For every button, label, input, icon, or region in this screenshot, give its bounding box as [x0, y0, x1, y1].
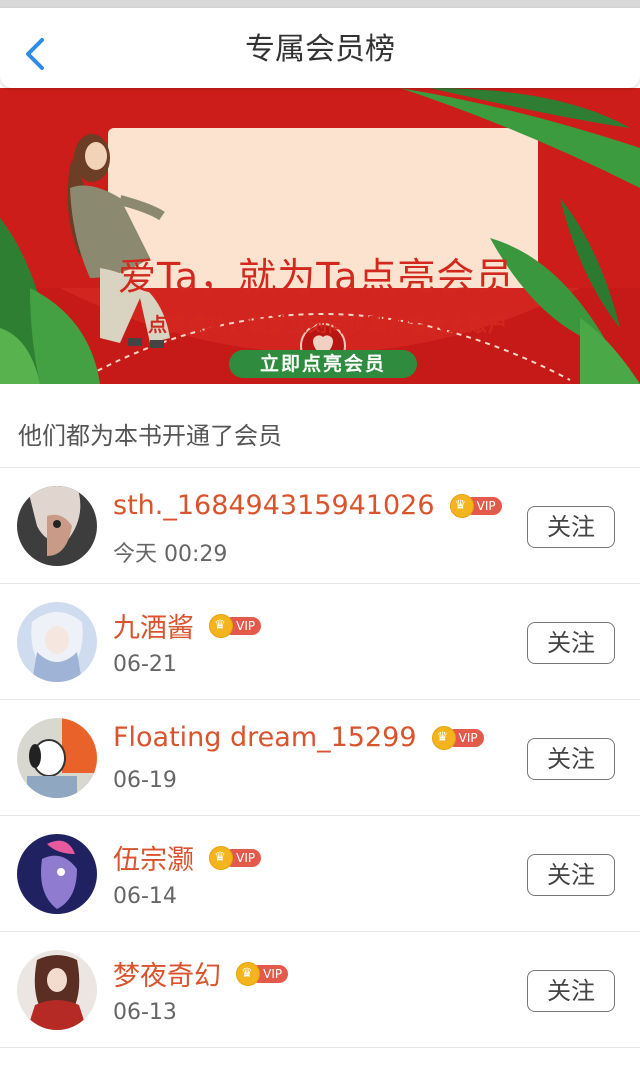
list-item[interactable]: 梦夜奇幻 VIP ♛ 06-13 关注	[0, 932, 640, 1048]
crown-icon: ♛	[209, 845, 234, 870]
section-heading: 他们都为本书开通了会员	[18, 422, 282, 450]
member-name[interactable]: sth._168494315941026	[113, 490, 435, 521]
member-name[interactable]: 九酒酱	[113, 613, 194, 644]
crown-icon: ♛	[209, 613, 234, 638]
vip-badge: VIP ♛	[431, 725, 484, 750]
vip-badge: VIP ♛	[209, 845, 262, 870]
avatar-image	[17, 950, 97, 1030]
page-title: 专属会员榜	[245, 32, 395, 67]
follow-button[interactable]: 关注	[527, 622, 615, 664]
avatar[interactable]	[17, 602, 97, 682]
member-date: 06-21	[113, 652, 177, 677]
member-name[interactable]: 伍宗灏	[113, 845, 194, 876]
vip-badge: VIP ♛	[209, 613, 262, 638]
avatar-image	[17, 486, 97, 566]
member-date: 今天 00:29	[113, 542, 228, 567]
banner-subtitle: 点亮成功，收益立刻同步到作者大大账户	[148, 314, 509, 336]
member-list: sth._168494315941026 VIP ♛ 今天 00:29 关注 九…	[0, 467, 640, 1048]
member-date: 06-14	[113, 884, 177, 909]
follow-button[interactable]: 关注	[527, 738, 615, 780]
top-nav-bar: 专属会员榜	[0, 8, 640, 88]
banner-title: 爱Ta，就为Ta点亮会员	[118, 255, 515, 299]
avatar[interactable]	[17, 718, 97, 798]
back-button[interactable]	[20, 34, 50, 74]
avatar[interactable]	[17, 834, 97, 914]
promo-banner[interactable]: 爱Ta，就为Ta点亮会员 点亮成功，收益立刻同步到作者大大账户 立即点亮会员	[0, 88, 640, 384]
avatar-image	[17, 834, 97, 914]
member-name[interactable]: 梦夜奇幻	[113, 961, 221, 992]
avatar-image	[17, 718, 97, 798]
member-name[interactable]: Floating dream_15299	[113, 722, 417, 753]
crown-icon: ♛	[236, 961, 261, 986]
list-item[interactable]: sth._168494315941026 VIP ♛ 今天 00:29 关注	[0, 468, 640, 584]
member-date: 06-13	[113, 1000, 177, 1025]
follow-button[interactable]: 关注	[527, 970, 615, 1012]
follow-button[interactable]: 关注	[527, 854, 615, 896]
chevron-left-icon	[26, 38, 44, 70]
vip-badge: VIP ♛	[449, 493, 502, 518]
banner-illustration	[0, 88, 640, 384]
avatar-image	[17, 602, 97, 682]
list-item[interactable]: 伍宗灏 VIP ♛ 06-14 关注	[0, 816, 640, 932]
list-item[interactable]: 九酒酱 VIP ♛ 06-21 关注	[0, 584, 640, 700]
vip-badge: VIP ♛	[236, 961, 289, 986]
activate-membership-button[interactable]: 立即点亮会员	[229, 350, 417, 378]
status-bar	[0, 0, 640, 8]
avatar[interactable]	[17, 950, 97, 1030]
list-item[interactable]: Floating dream_15299 VIP ♛ 06-19 关注	[0, 700, 640, 816]
crown-icon: ♛	[431, 725, 456, 750]
member-date: 06-19	[113, 768, 177, 793]
crown-icon: ♛	[449, 493, 474, 518]
avatar[interactable]	[17, 486, 97, 566]
follow-button[interactable]: 关注	[527, 506, 615, 548]
